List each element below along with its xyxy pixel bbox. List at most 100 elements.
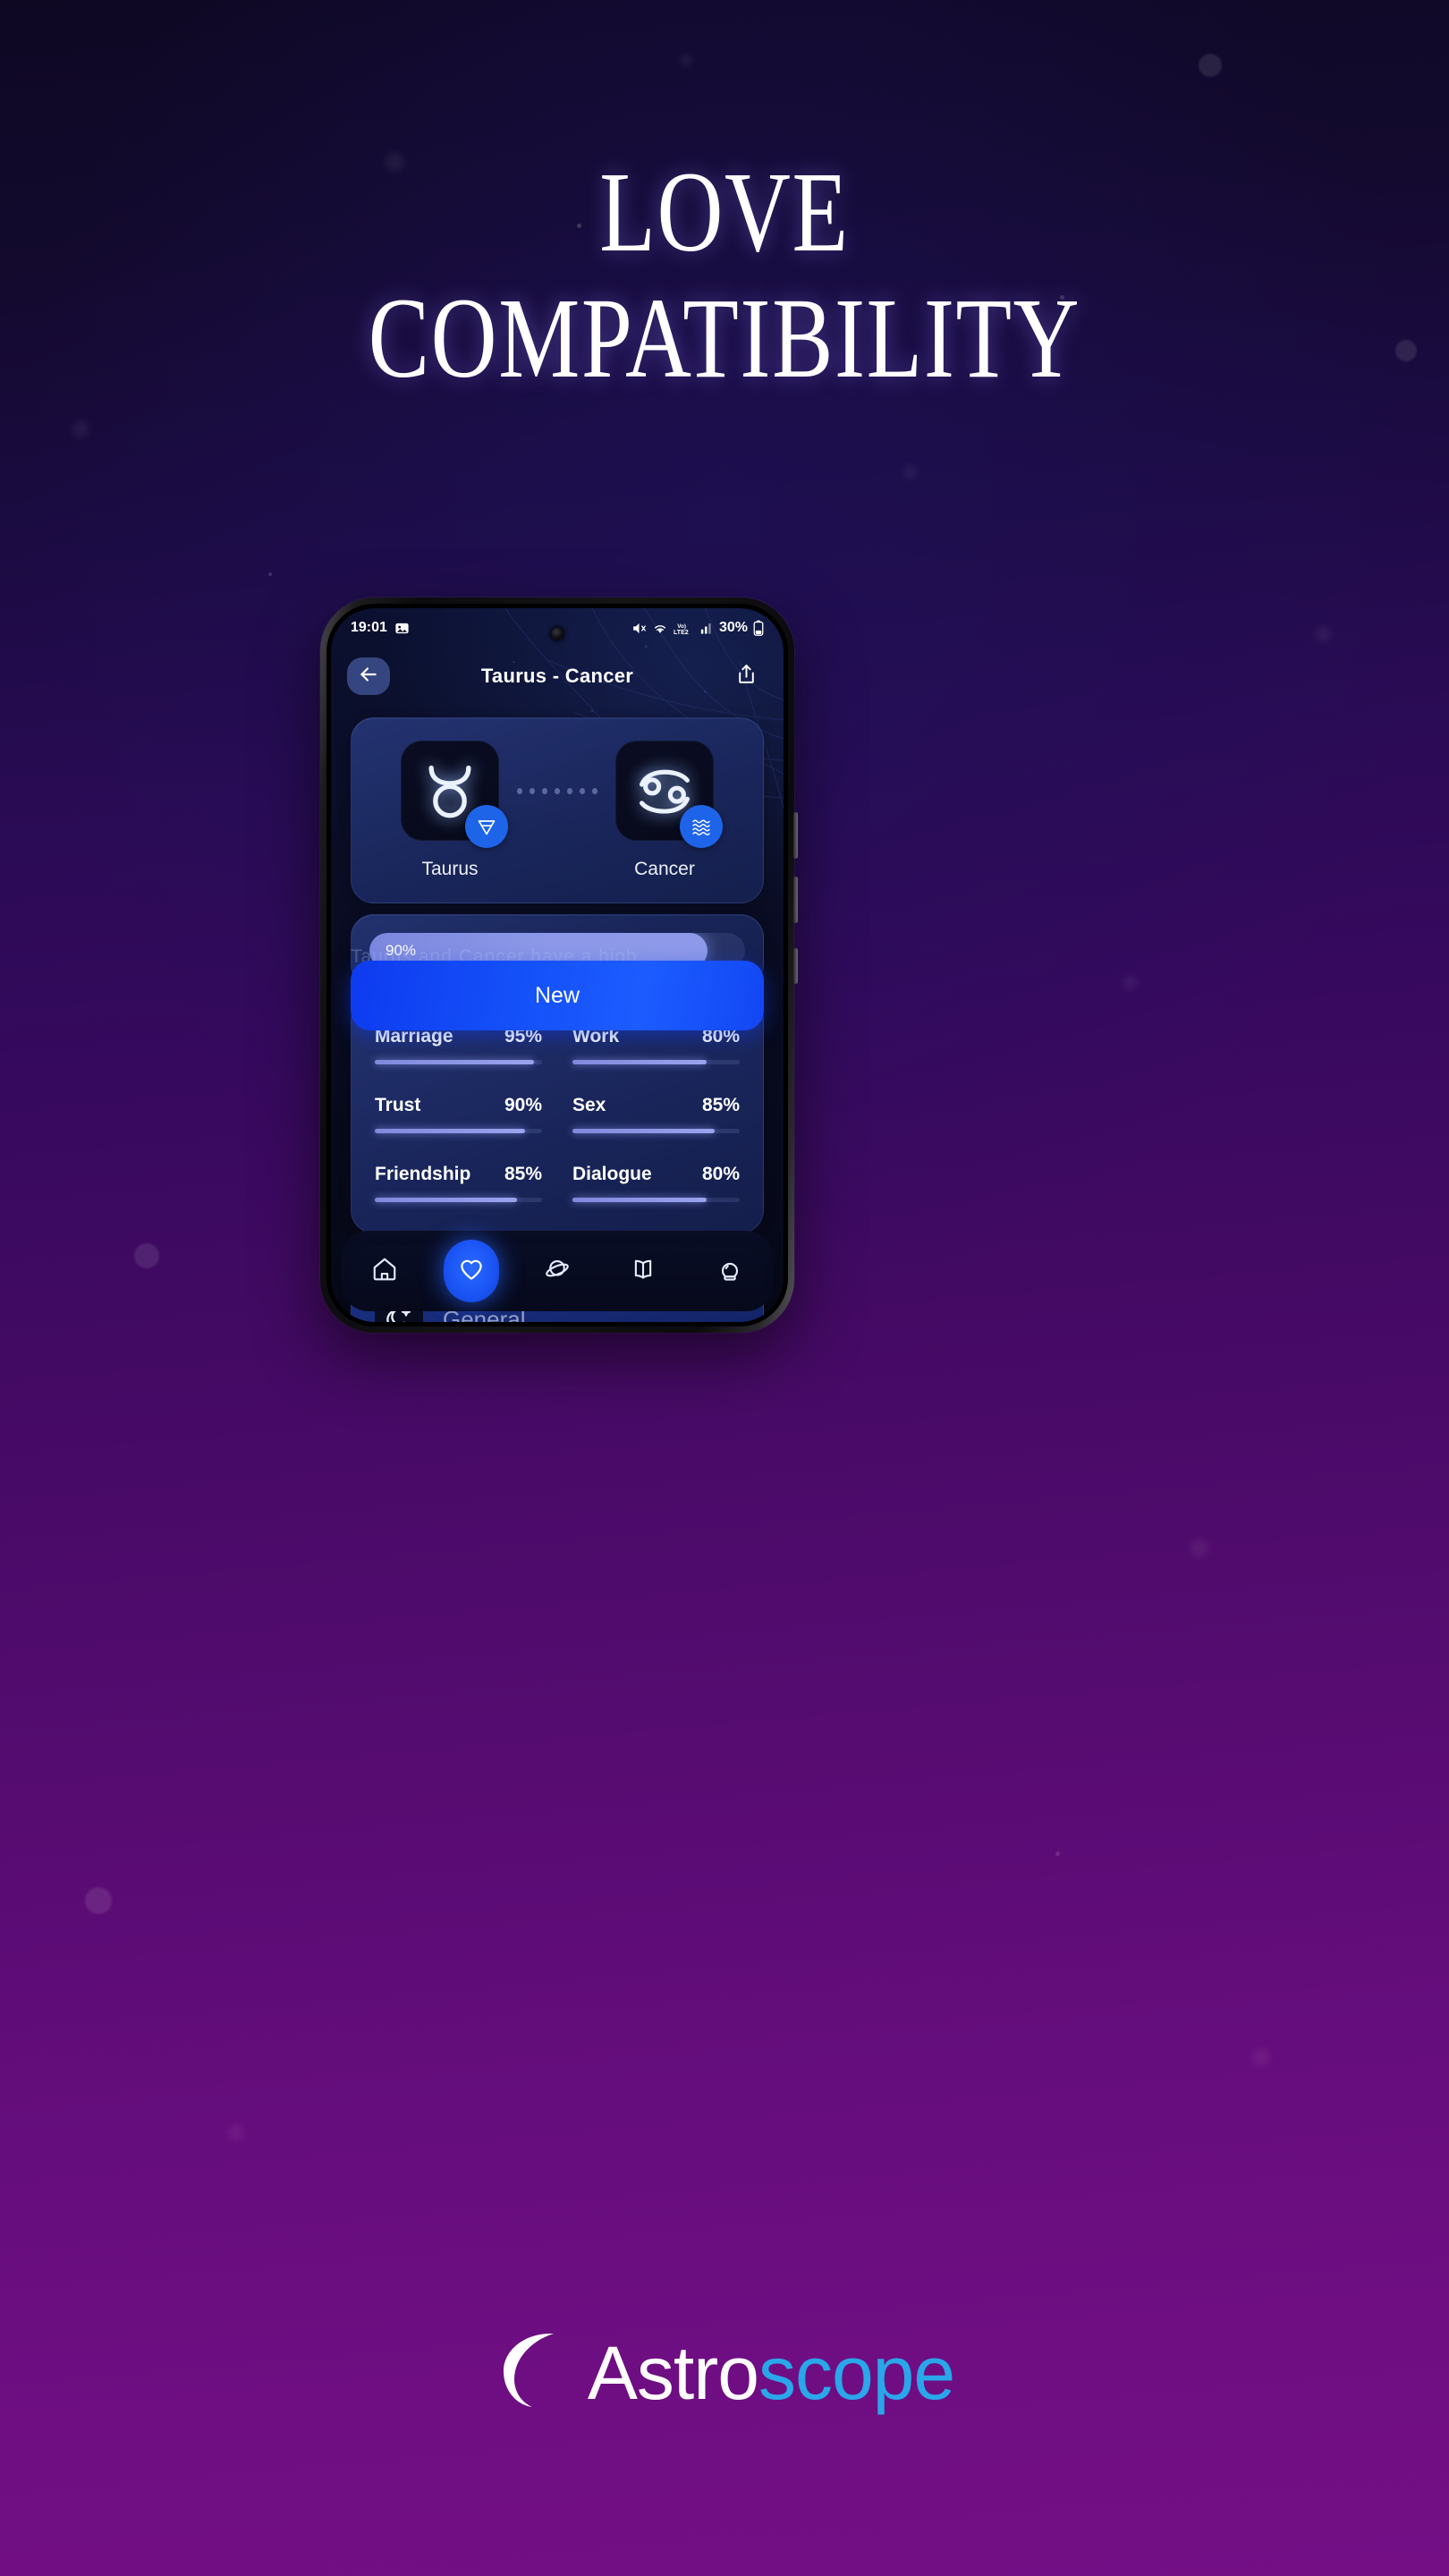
phone-volume-down-button[interactable]	[793, 877, 798, 923]
crystal-ball-icon	[716, 1256, 743, 1287]
bokeh-dot	[134, 1243, 159, 1268]
nav-item-fortune[interactable]	[702, 1243, 758, 1299]
stat-progress-fill	[375, 1198, 517, 1202]
bokeh-dot	[1252, 2048, 1270, 2066]
stat-progress-track	[572, 1060, 740, 1064]
stat-value: 85%	[504, 1164, 542, 1184]
mute-icon	[631, 621, 647, 636]
stat-progress-track	[572, 1129, 740, 1133]
nav-item-horoscope[interactable]	[530, 1243, 585, 1299]
brand-logo: Astroscope	[0, 2330, 1449, 2415]
bokeh-dot	[1199, 54, 1222, 77]
stat-progress-track	[375, 1060, 542, 1064]
status-bar-left: 19:01	[351, 620, 410, 636]
stat-item: Marriage 95%	[375, 1026, 542, 1064]
status-bar-right: Vo) LTE2 30%	[631, 620, 764, 636]
promo-headline: LOVE COMPATIBILITY	[0, 148, 1449, 402]
arrow-left-icon	[357, 663, 380, 691]
stat-progress-fill	[375, 1129, 526, 1133]
crescent-moon-icon	[495, 2330, 564, 2415]
separator-dot	[580, 787, 585, 794]
zodiac-sign-right[interactable]: Cancer	[597, 741, 732, 880]
zodiac-sign-left[interactable]: Taurus	[383, 741, 517, 880]
phone-volume-up-button[interactable]	[793, 812, 798, 859]
star-speck	[268, 572, 272, 576]
stat-value: 85%	[701, 1095, 740, 1115]
screenshot-image-icon	[394, 621, 410, 636]
planet-icon	[544, 1256, 571, 1287]
stat-header: Sex 85%	[572, 1095, 740, 1116]
bokeh-dot	[72, 420, 89, 438]
separator-dot	[567, 787, 572, 794]
screen-content: Taurus Cancer 90% Marriage 95% Work 80% …	[331, 705, 784, 1322]
page-title: Taurus - Cancer	[480, 665, 634, 687]
new-button-label: New	[534, 982, 580, 1008]
stat-header: Trust 90%	[375, 1095, 542, 1116]
stats-grid: Marriage 95% Work 80% Trust 90% Sex 85% …	[375, 1026, 740, 1202]
separator-dot	[517, 787, 522, 794]
bokeh-dot	[1123, 975, 1138, 990]
separator-dot	[542, 787, 547, 794]
nav-item-home[interactable]	[357, 1243, 412, 1299]
zodiac-name-right: Cancer	[634, 859, 695, 879]
stat-progress-track	[375, 1198, 542, 1202]
stat-progress-fill	[572, 1060, 707, 1064]
stat-item: Sex 85%	[572, 1095, 740, 1133]
brand-name-part-1: Astro	[587, 2330, 759, 2415]
phone-screen: 19:01 Vo) LTE2 30% Taurus - Cancer Tauru…	[331, 608, 784, 1322]
zodiac-tile-taurus[interactable]	[401, 741, 508, 848]
stat-header: Friendship 85%	[375, 1164, 542, 1185]
pair-separator-dots	[517, 787, 597, 794]
headline-line-1: LOVE	[599, 148, 850, 275]
stat-value: 80%	[701, 1164, 740, 1184]
bokeh-dot	[1315, 626, 1331, 642]
share-icon	[735, 663, 758, 690]
svg-text:LTE2: LTE2	[674, 629, 689, 635]
stat-item: Dialogue 80%	[572, 1164, 740, 1202]
stat-progress-fill	[572, 1129, 715, 1133]
stat-item: Work 80%	[572, 1026, 740, 1064]
stat-label: Trust	[375, 1095, 421, 1115]
nav-item-compatibility[interactable]	[444, 1243, 499, 1299]
volte2-icon: Vo) LTE2	[674, 621, 695, 636]
stat-item: Trust 90%	[375, 1095, 542, 1133]
bokeh-dot	[85, 1887, 112, 1914]
compatibility-stats-card: Marriage 95% Work 80% Trust 90% Sex 85% …	[351, 998, 764, 1233]
zodiac-pair-card: Taurus Cancer	[351, 717, 764, 903]
share-button[interactable]	[724, 657, 767, 695]
separator-dot	[530, 787, 535, 794]
phone-mockup: 19:01 Vo) LTE2 30% Taurus - Cancer Tauru…	[320, 597, 798, 1333]
stat-progress-fill	[572, 1198, 707, 1202]
status-bar-time: 19:01	[351, 620, 387, 635]
battery-percent-label: 30%	[718, 620, 748, 635]
front-camera-punch-hole	[551, 628, 564, 640]
phone-power-button[interactable]	[793, 948, 798, 984]
star-speck	[1055, 1852, 1060, 1856]
brand-name: Astroscope	[588, 2335, 955, 2411]
stat-progress-fill	[375, 1060, 534, 1064]
stat-label: Friendship	[375, 1164, 471, 1184]
new-button[interactable]: New	[351, 961, 764, 1030]
bottom-navigation-bar	[342, 1231, 773, 1311]
app-header: Taurus - Cancer	[331, 649, 784, 703]
bokeh-dot	[903, 465, 918, 479]
brand-name-part-2: scope	[758, 2330, 955, 2415]
heart-icon	[458, 1256, 485, 1287]
nav-item-library[interactable]	[615, 1243, 671, 1299]
home-icon	[371, 1256, 398, 1287]
stat-label: Dialogue	[572, 1164, 652, 1184]
signal-bars-icon	[700, 621, 714, 635]
water-element-icon	[680, 805, 723, 848]
battery-icon	[753, 620, 764, 636]
headline-line-2: COMPATIBILITY	[368, 275, 1081, 402]
separator-dot	[555, 787, 560, 794]
stat-header: Dialogue 80%	[572, 1164, 740, 1185]
earth-element-icon	[465, 805, 508, 848]
svg-text:Vo): Vo)	[677, 623, 686, 629]
bokeh-dot	[680, 54, 692, 66]
zodiac-name-left: Taurus	[421, 859, 479, 879]
stat-label: Sex	[572, 1095, 606, 1115]
stat-progress-track	[572, 1198, 740, 1202]
zodiac-tile-cancer[interactable]	[615, 741, 723, 848]
back-button[interactable]	[347, 657, 390, 695]
